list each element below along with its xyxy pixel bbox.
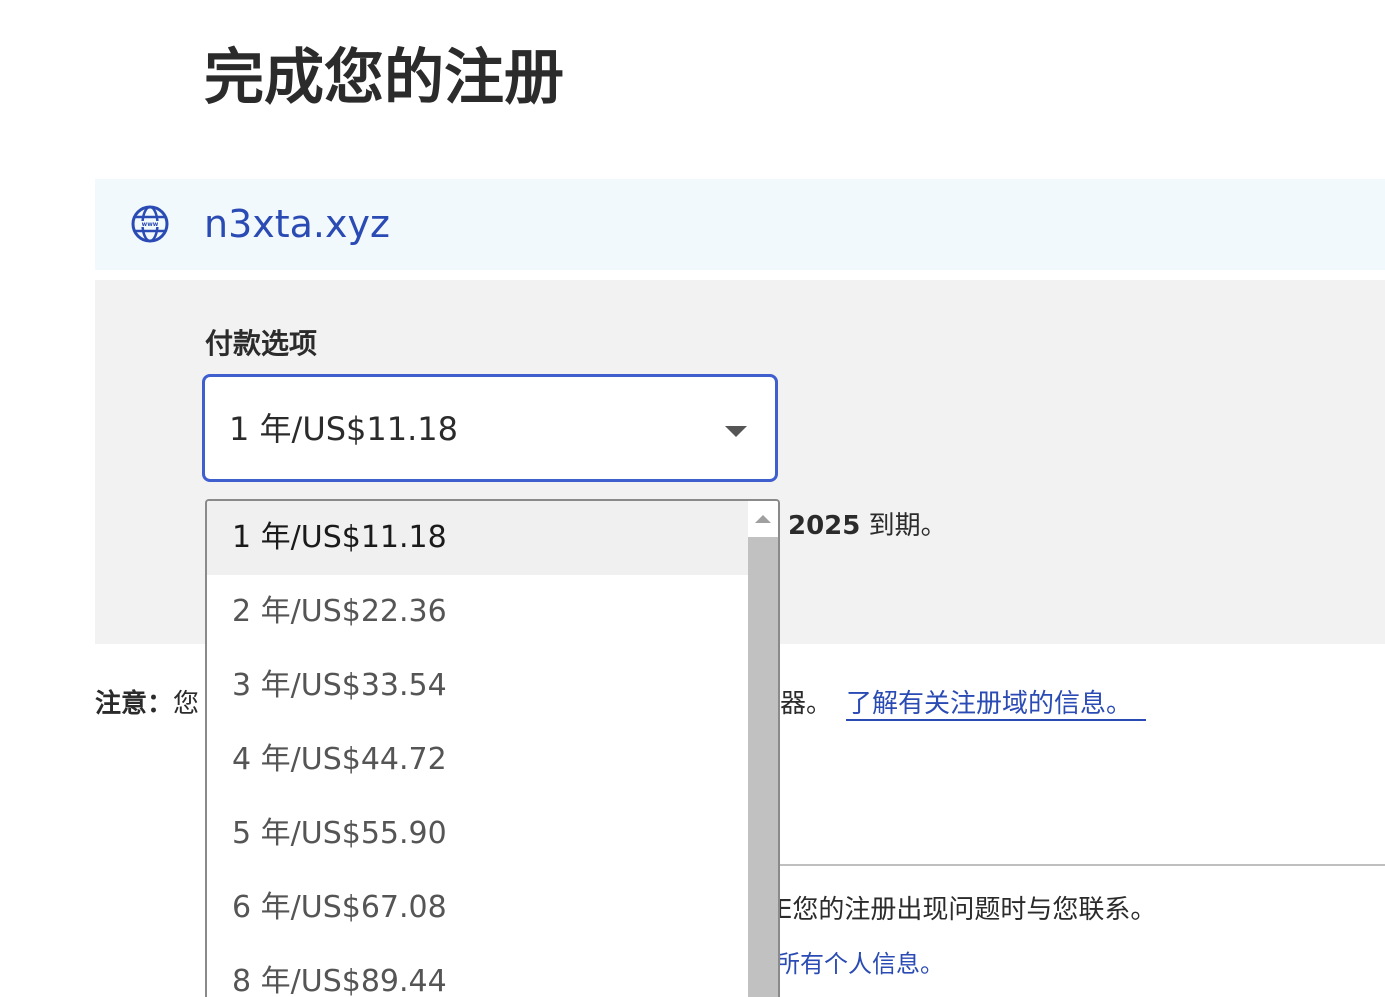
expiry-suffix: 到期。 <box>860 511 947 541</box>
privacy-link[interactable]: 所有个人信息。 <box>776 946 944 982</box>
dropdown-scrollbar[interactable] <box>748 501 778 997</box>
payment-option-dropdown-list[interactable]: 1 年/US$11.18 2 年/US$22.36 3 年/US$33.54 4… <box>205 499 780 997</box>
notice-label: 注意： <box>95 689 174 719</box>
dropdown-option[interactable]: 2 年/US$22.36 <box>207 575 748 649</box>
domain-bar: www n3xta.xyz <box>95 179 1385 270</box>
dropdown-option[interactable]: 3 年/US$33.54 <box>207 649 748 723</box>
payment-options-label: 付款选项 <box>205 327 318 360</box>
dropdown-option[interactable]: 5 年/US$55.90 <box>207 797 748 871</box>
contact-text: E您的注册出现问题时与您联系。 <box>776 895 1157 925</box>
learn-about-domains-link[interactable]: 了解有关注册域的信息。 <box>846 689 1147 721</box>
scroll-up-arrow-icon[interactable] <box>755 515 771 523</box>
dropdown-option[interactable]: 8 年/US$89.44 <box>207 945 748 997</box>
notice: 注意：您 <box>95 684 199 724</box>
dropdown-option[interactable]: 4 年/US$44.72 <box>207 723 748 797</box>
notice-text-end: 器。 <box>780 689 833 719</box>
payment-option-select[interactable]: 1 年/US$11.18 <box>202 374 778 482</box>
notice-tail: 器。 了解有关注册域的信息。 <box>780 684 1147 724</box>
notice-text-start: 您 <box>173 689 200 719</box>
svg-text:www: www <box>142 221 159 228</box>
expiry-year: 2025 <box>788 511 861 541</box>
domain-name: n3xta.xyz <box>204 202 390 246</box>
dropdown-option[interactable]: 1 年/US$11.18 <box>207 501 748 575</box>
page-title: 完成您的注册 <box>204 43 564 113</box>
chevron-down-icon <box>725 426 747 437</box>
expiry-text: 2025 到期。 <box>788 506 947 546</box>
globe-www-icon: www <box>131 205 169 243</box>
payment-option-selected-value: 1 年/US$11.18 <box>229 410 459 448</box>
scrollbar-thumb[interactable] <box>748 537 778 997</box>
divider <box>780 864 1385 866</box>
dropdown-option[interactable]: 6 年/US$67.08 <box>207 871 748 945</box>
